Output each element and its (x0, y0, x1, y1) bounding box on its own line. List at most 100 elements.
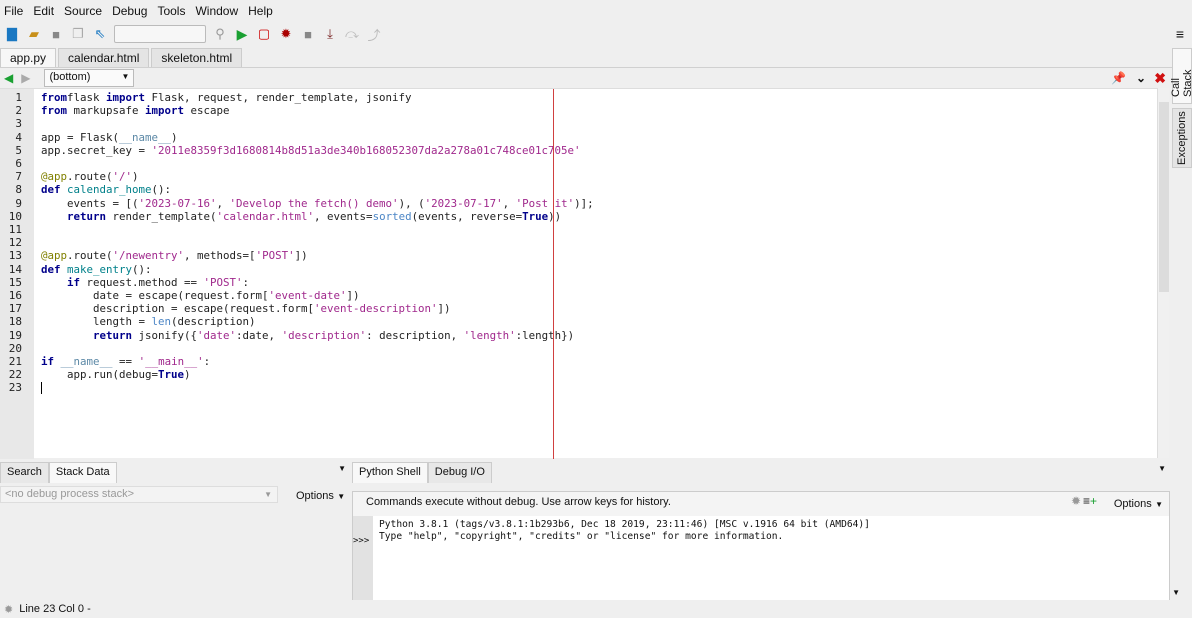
line-number: 15 (8, 275, 22, 289)
menu-edit[interactable]: Edit (33, 4, 54, 18)
run-icon[interactable]: ▶ (234, 26, 250, 42)
add-lines-icon[interactable]: ≡+ (1083, 494, 1097, 508)
code-line: if request.method == 'POST': (41, 276, 249, 289)
code-line: return render_template('calendar.html', … (41, 210, 561, 223)
debug-bug-icon[interactable]: ✹ (1071, 494, 1081, 508)
code-token: flask (67, 91, 107, 104)
step-into-icon[interactable]: ⤓ (322, 26, 338, 42)
menu-source[interactable]: Source (64, 4, 102, 18)
cursor-position: Line 23 Col 0 - (19, 603, 91, 615)
search-icon[interactable]: ⚲ (212, 26, 228, 42)
save-icon[interactable]: ■ (48, 26, 64, 42)
code-line: @app.route('/') (41, 170, 139, 183)
shell-options-button[interactable]: Options ▼ (1114, 496, 1163, 510)
scroll-down-icon[interactable]: ▼ (1172, 588, 1180, 597)
code-token: 'Post it' (515, 196, 575, 210)
menu-debug[interactable]: Debug (112, 4, 147, 18)
chevron-down-icon[interactable]: ⌄ (1136, 71, 1146, 85)
line-number: 21 (8, 355, 22, 368)
code-line: events = [('2023-07-16', 'Develop the fe… (41, 197, 594, 210)
code-token: make_entry (67, 262, 133, 276)
tab-search[interactable]: Search (0, 462, 49, 483)
line-number: 18 (8, 315, 22, 329)
line-number: 3 (15, 117, 22, 131)
panel-menu-chevron-icon[interactable]: ▼ (1158, 464, 1166, 473)
tab-app-py[interactable]: app.py (0, 48, 57, 67)
code-line: fromflask import Flask, request, render_… (41, 91, 412, 104)
code-token: 'length' (463, 328, 516, 342)
code-token: app.secret_key = (41, 143, 152, 157)
shell-container: Commands execute without debug. Use arro… (352, 491, 1170, 600)
code-token: 'date' (197, 328, 237, 342)
code-line: def make_entry(): (41, 263, 152, 276)
select-pointer-icon[interactable]: ⇖ (92, 26, 108, 42)
code-line: app = Flask(__name__) (41, 131, 178, 144)
tab-python-shell[interactable]: Python Shell (352, 462, 428, 483)
tab-calendar-html[interactable]: calendar.html (58, 48, 150, 67)
editor-scrollbar[interactable] (1157, 88, 1169, 458)
code-token: '/' (112, 170, 133, 184)
menu-window[interactable]: Window (195, 4, 238, 18)
code-token: (): (132, 262, 152, 276)
code-token: (events, reverse= (411, 209, 523, 223)
code-token: '/newentry' (112, 249, 185, 263)
panel-menu-chevron-icon[interactable]: ▼ (338, 464, 346, 473)
code-line: @app.route('/newentry', methods=['POST']… (41, 249, 308, 262)
code-editor[interactable]: 1 2 3 4 5 6 7 8 9 10 11 12 13 14 15 16 17 18 19 20 21 22 23 fr… (0, 88, 1157, 459)
tab-debug-io[interactable]: Debug I/O (427, 462, 492, 483)
step-over-icon[interactable]: ⤼ (344, 26, 360, 42)
code-token: 'POST' (255, 249, 295, 263)
breakpoint-icon[interactable]: ▢ (256, 26, 272, 42)
text-cursor (41, 382, 42, 395)
code-token: '2011e8359f3d1680814b8d51a3de340b1680523… (151, 143, 581, 157)
code-line: from markupsafe import escape (41, 104, 230, 117)
shell-output[interactable]: Python 3.8.1 (tags/v3.8.1:1b293b6, Dec 1… (353, 516, 1169, 600)
save-all-icon[interactable]: ❐ (70, 26, 86, 42)
stack-dropdown[interactable]: <no debug process stack> ▼ (0, 486, 278, 503)
chevron-down-icon: ▼ (337, 492, 346, 501)
step-out-icon[interactable]: ⤴ (366, 26, 382, 43)
toolbar-search-input[interactable] (114, 25, 206, 43)
shell-output-line: Python 3.8.1 (tags/v3.8.1:1b293b6, Dec 1… (379, 519, 870, 530)
stack-data-panel: Search Stack Data ▼ <no debug process st… (0, 462, 348, 600)
code-token: len (151, 315, 172, 329)
file-tabs: app.py calendar.html skeleton.html (0, 48, 244, 67)
code-token: , events= (314, 209, 373, 223)
pin-icon[interactable]: 📌 (1111, 71, 1126, 85)
tab-exceptions[interactable]: Exceptions (1172, 108, 1192, 168)
code-token: ), ( (398, 196, 425, 210)
back-arrow-icon[interactable]: ◀ (4, 71, 13, 85)
new-file-icon[interactable]: ▇ (4, 26, 20, 42)
scrollbar-thumb[interactable] (1159, 102, 1169, 292)
line-number: 20 (8, 341, 22, 355)
code-token: return (41, 328, 133, 342)
tab-stack-data[interactable]: Stack Data (48, 462, 117, 483)
tab-skeleton-html[interactable]: skeleton.html (151, 48, 243, 67)
code-token: import (145, 104, 185, 118)
code-line: if __name__ == '__main__': (41, 355, 210, 368)
menu-file[interactable]: File (4, 4, 23, 18)
menu-help[interactable]: Help (248, 4, 273, 18)
code-token: 'Develop the fetch() demo' (229, 196, 399, 210)
code-token: , (216, 196, 230, 210)
code-token: True (522, 209, 549, 223)
line-number: 16 (8, 289, 22, 302)
open-folder-icon[interactable]: ▰ (26, 26, 42, 42)
stop-icon[interactable]: ■ (300, 26, 316, 42)
debug-bug-icon[interactable]: ✹ (278, 26, 294, 42)
code-token: 'calendar.html' (216, 209, 315, 223)
line-number: 22 (8, 368, 22, 382)
code-token: : (203, 355, 211, 368)
code-token: escape (184, 104, 230, 118)
code-token: ) (184, 368, 191, 382)
menu-tools[interactable]: Tools (157, 4, 185, 18)
code-token: ]) (294, 249, 308, 263)
close-icon[interactable]: ✖ (1154, 70, 1166, 87)
tab-call-stack[interactable]: Call Stack (1170, 48, 1192, 104)
code-token: @app (41, 249, 68, 263)
scope-dropdown[interactable]: (bottom) ▼ (44, 69, 135, 87)
stack-options-button[interactable]: Options ▼ (296, 488, 345, 502)
code-token: __name__ (119, 130, 172, 144)
forward-arrow-icon[interactable]: ▶ (21, 71, 30, 85)
line-number: 7 (15, 170, 22, 184)
